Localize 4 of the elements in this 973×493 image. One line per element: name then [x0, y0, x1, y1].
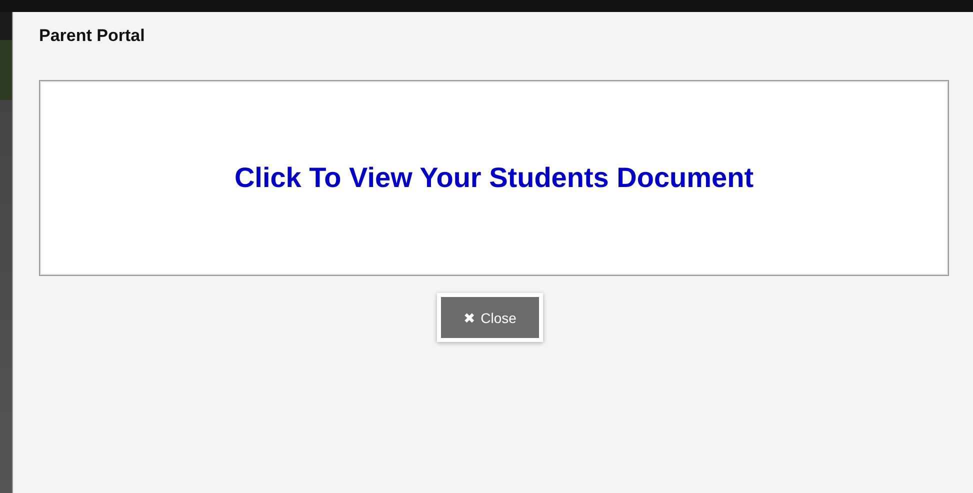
document-link[interactable]: Click To View Your Students Document	[234, 162, 754, 194]
close-button[interactable]: ✖ Close	[437, 293, 543, 342]
close-icon: ✖	[464, 310, 476, 326]
dialog-title: Parent Portal	[39, 26, 146, 47]
